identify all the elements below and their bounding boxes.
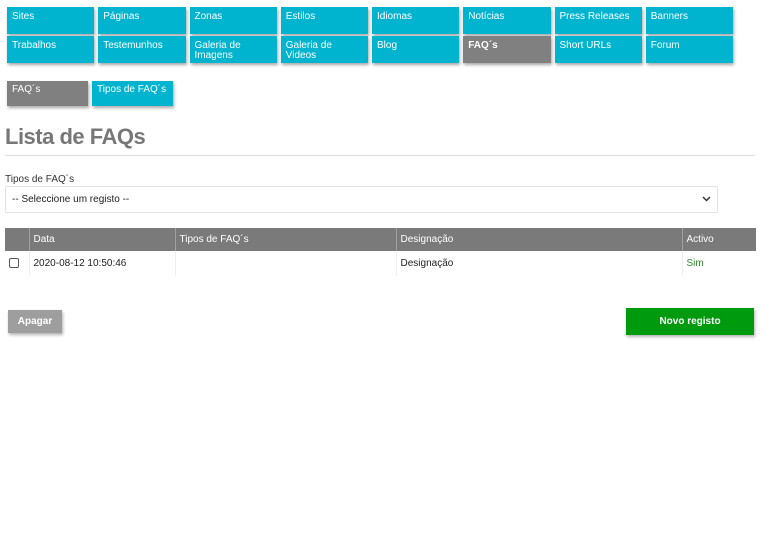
subnav-faqs[interactable]: FAQ´s (7, 81, 88, 106)
nav-banners[interactable]: Banners (645, 7, 733, 34)
nav-galeria-imagens[interactable]: Galeria de Imagens (189, 36, 277, 63)
row-active-status: Sim (682, 251, 756, 276)
subnav-tipos-faqs[interactable]: Tipos de FAQ´s (92, 81, 173, 106)
nav-testemunhos[interactable]: Testemunhos (98, 36, 186, 63)
row-date: 2020-08-12 10:50:46 (29, 251, 176, 276)
faq-table: Data Tipos de FAQ´s Designação Activo 20… (5, 228, 756, 276)
nav-noticias[interactable]: Notícias (463, 7, 551, 34)
filter-label: Tipos de FAQ´s (5, 174, 75, 185)
delete-button[interactable]: Apagar (8, 310, 62, 333)
nav-estilos[interactable]: Estilos (280, 7, 368, 34)
nav-press-releases[interactable]: Press Releases (554, 7, 642, 34)
chevron-down-icon (702, 194, 711, 205)
col-data[interactable]: Data (29, 228, 176, 251)
nav-faqs[interactable]: FAQ´s (463, 36, 551, 63)
nav-galeria-videos[interactable]: Galeria de Videos (280, 36, 368, 63)
main-nav-row-1: Sites Páginas Zonas Estilos Idiomas Notí… (7, 7, 733, 34)
col-designacao[interactable]: Designação (396, 228, 683, 251)
table-row[interactable]: 2020-08-12 10:50:46 Designação Sim (5, 251, 756, 276)
sub-nav: FAQ´s Tipos de FAQ´s (7, 81, 173, 106)
nav-forum[interactable]: Forum (645, 36, 733, 63)
row-designation: Designação (396, 251, 683, 276)
col-activo[interactable]: Activo (682, 228, 756, 251)
nav-idiomas[interactable]: Idiomas (372, 7, 460, 34)
col-tipos-faqs[interactable]: Tipos de FAQ´s (175, 228, 397, 251)
nav-zonas[interactable]: Zonas (189, 7, 277, 34)
new-record-button[interactable]: Novo registo (626, 308, 754, 335)
main-nav-row-2: Trabalhos Testemunhos Galeria de Imagens… (7, 36, 733, 63)
title-divider (5, 155, 755, 156)
nav-blog[interactable]: Blog (372, 36, 460, 63)
col-select (5, 228, 30, 251)
nav-short-urls[interactable]: Short URLs (554, 36, 642, 63)
faq-type-select[interactable]: -- Seleccione um registo -- (5, 186, 718, 213)
nav-sites[interactable]: Sites (7, 7, 95, 34)
nav-paginas[interactable]: Páginas (98, 7, 186, 34)
row-checkbox[interactable] (9, 258, 19, 269)
page-title: Lista de FAQs (5, 124, 146, 149)
row-select-cell (5, 251, 30, 276)
table-header-row: Data Tipos de FAQ´s Designação Activo (5, 228, 756, 251)
nav-trabalhos[interactable]: Trabalhos (7, 36, 95, 63)
row-type (175, 251, 397, 276)
faq-type-select-value: -- Seleccione um registo -- (12, 194, 130, 205)
main-nav: Sites Páginas Zonas Estilos Idiomas Notí… (7, 7, 733, 65)
